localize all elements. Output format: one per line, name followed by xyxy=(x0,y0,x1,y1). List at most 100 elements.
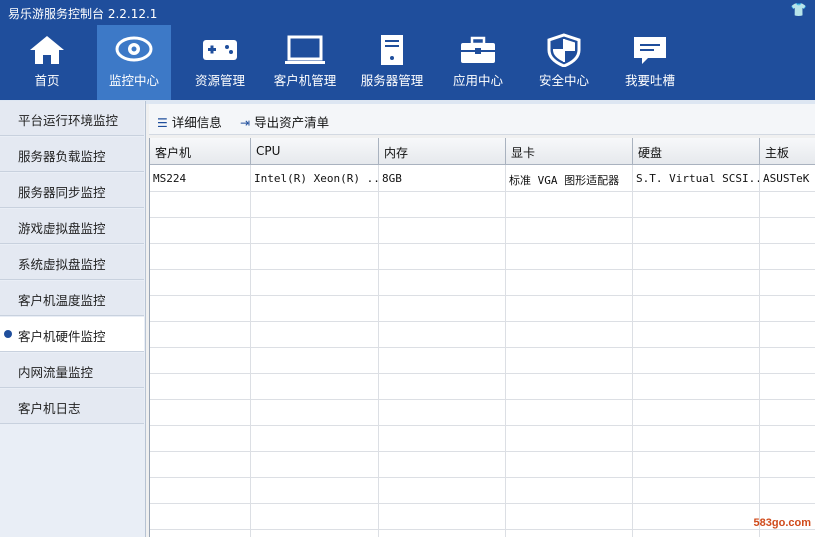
nav-label: 客户机管理 xyxy=(273,73,337,88)
sidebar-item-client-temp[interactable]: 客户机温度监控 xyxy=(0,281,144,316)
sidebar-item-label: 内网流量监控 xyxy=(18,365,94,380)
cell-gpu: 标准 VGA 图形适配器 xyxy=(506,165,633,191)
empty-cell xyxy=(150,399,251,425)
empty-cell xyxy=(760,347,815,373)
sidebar-item-label: 客户机日志 xyxy=(18,401,81,416)
empty-cell xyxy=(150,451,251,477)
nav-item-home[interactable]: 首页 xyxy=(10,25,84,100)
sidebar-item-client-hardware[interactable]: 客户机硬件监控 xyxy=(0,317,144,352)
empty-table-row xyxy=(150,373,815,400)
empty-cell xyxy=(379,217,506,243)
empty-table-row xyxy=(150,217,815,244)
empty-cell xyxy=(379,373,506,399)
nav-item-feedback[interactable]: 我要吐槽 xyxy=(613,25,687,100)
empty-cell xyxy=(506,191,633,217)
empty-cell xyxy=(251,295,379,321)
empty-cell xyxy=(506,399,633,425)
empty-cell xyxy=(633,269,760,295)
active-indicator-icon xyxy=(4,330,12,338)
sidebar-item-server-sync[interactable]: 服务器同步监控 xyxy=(0,173,144,208)
empty-cell xyxy=(633,399,760,425)
empty-cell xyxy=(150,373,251,399)
empty-cell xyxy=(150,243,251,269)
nav-item-resources[interactable]: 资源管理 xyxy=(183,25,257,100)
empty-table-row xyxy=(150,399,815,426)
skin-icon[interactable]: 👕 xyxy=(791,3,807,18)
empty-cell xyxy=(251,191,379,217)
sidebar-item-server-load[interactable]: 服务器负载监控 xyxy=(0,137,144,172)
empty-cell xyxy=(379,529,506,537)
details-button[interactable]: ☰ 详细信息 xyxy=(157,112,222,131)
sidebar-item-game-vdisk[interactable]: 游戏虚拟盘监控 xyxy=(0,209,144,244)
export-icon: ⇥ xyxy=(240,116,251,130)
sidebar-item-system-vdisk[interactable]: 系统虚拟盘监控 xyxy=(0,245,144,280)
empty-table-row xyxy=(150,295,815,322)
sidebar-item-lan-traffic[interactable]: 内网流量监控 xyxy=(0,353,144,388)
empty-cell xyxy=(760,295,815,321)
empty-table-row xyxy=(150,269,815,296)
table-header: 客户机 CPU 内存 显卡 硬盘 主板 xyxy=(150,138,815,165)
empty-cell xyxy=(506,217,633,243)
empty-cell xyxy=(379,295,506,321)
empty-cell xyxy=(251,503,379,529)
nav-item-clients[interactable]: 客户机管理 xyxy=(268,25,342,100)
empty-cell xyxy=(760,477,815,503)
empty-cell xyxy=(379,243,506,269)
empty-cell xyxy=(760,373,815,399)
column-header-gpu[interactable]: 显卡 xyxy=(506,138,633,164)
empty-cell xyxy=(633,347,760,373)
sidebar-item-client-log[interactable]: 客户机日志 xyxy=(0,389,144,424)
empty-table-row xyxy=(150,425,815,452)
table-row[interactable]: MS224 Intel(R) Xeon(R) ... 8GB 标准 VGA 图形… xyxy=(150,165,815,192)
empty-cell xyxy=(506,529,633,537)
nav-label: 首页 xyxy=(34,73,60,88)
empty-table-row xyxy=(150,243,815,270)
monitor-icon xyxy=(268,33,342,67)
empty-table-row xyxy=(150,191,815,218)
nav-label: 资源管理 xyxy=(194,73,245,88)
empty-table-row xyxy=(150,321,815,348)
empty-cell xyxy=(251,347,379,373)
column-header-disk[interactable]: 硬盘 xyxy=(633,138,760,164)
sidebar-item-label: 系统虚拟盘监控 xyxy=(18,257,106,272)
cell-memory: 8GB xyxy=(379,165,506,191)
empty-table-row xyxy=(150,529,815,537)
empty-cell xyxy=(760,191,815,217)
empty-cell xyxy=(506,347,633,373)
empty-cell xyxy=(633,503,760,529)
empty-cell xyxy=(150,477,251,503)
column-header-client[interactable]: 客户机 xyxy=(150,138,251,164)
empty-cell xyxy=(150,321,251,347)
export-label: 导出资产清单 xyxy=(254,115,330,130)
column-header-cpu[interactable]: CPU xyxy=(251,138,379,164)
empty-cell xyxy=(379,477,506,503)
sidebar-item-platform-env[interactable]: 平台运行环境监控 xyxy=(0,101,144,136)
home-icon xyxy=(10,33,84,67)
empty-cell xyxy=(506,295,633,321)
nav-item-apps[interactable]: 应用中心 xyxy=(441,25,515,100)
empty-cell xyxy=(506,425,633,451)
cell-client: MS224 xyxy=(150,165,251,191)
empty-cell xyxy=(760,269,815,295)
empty-cell xyxy=(251,269,379,295)
nav-label: 服务器管理 xyxy=(360,73,424,88)
nav-item-servers[interactable]: 服务器管理 xyxy=(355,25,429,100)
empty-cell xyxy=(251,425,379,451)
nav-item-security[interactable]: 安全中心 xyxy=(527,25,601,100)
nav-item-monitor[interactable]: 监控中心 xyxy=(97,25,171,100)
column-header-memory[interactable]: 内存 xyxy=(379,138,506,164)
empty-cell xyxy=(150,269,251,295)
empty-cell xyxy=(251,373,379,399)
empty-cell xyxy=(506,243,633,269)
column-header-motherboard[interactable]: 主板 xyxy=(760,138,815,164)
empty-cell xyxy=(379,269,506,295)
empty-cell xyxy=(251,217,379,243)
empty-cell xyxy=(379,321,506,347)
gamepad-icon xyxy=(183,33,257,67)
sidebar-item-label: 游戏虚拟盘监控 xyxy=(18,221,106,236)
empty-cell xyxy=(150,503,251,529)
empty-cell xyxy=(506,373,633,399)
export-assets-button[interactable]: ⇥ 导出资产清单 xyxy=(240,112,329,131)
empty-cell xyxy=(633,295,760,321)
sidebar-item-label: 客户机硬件监控 xyxy=(18,329,106,344)
